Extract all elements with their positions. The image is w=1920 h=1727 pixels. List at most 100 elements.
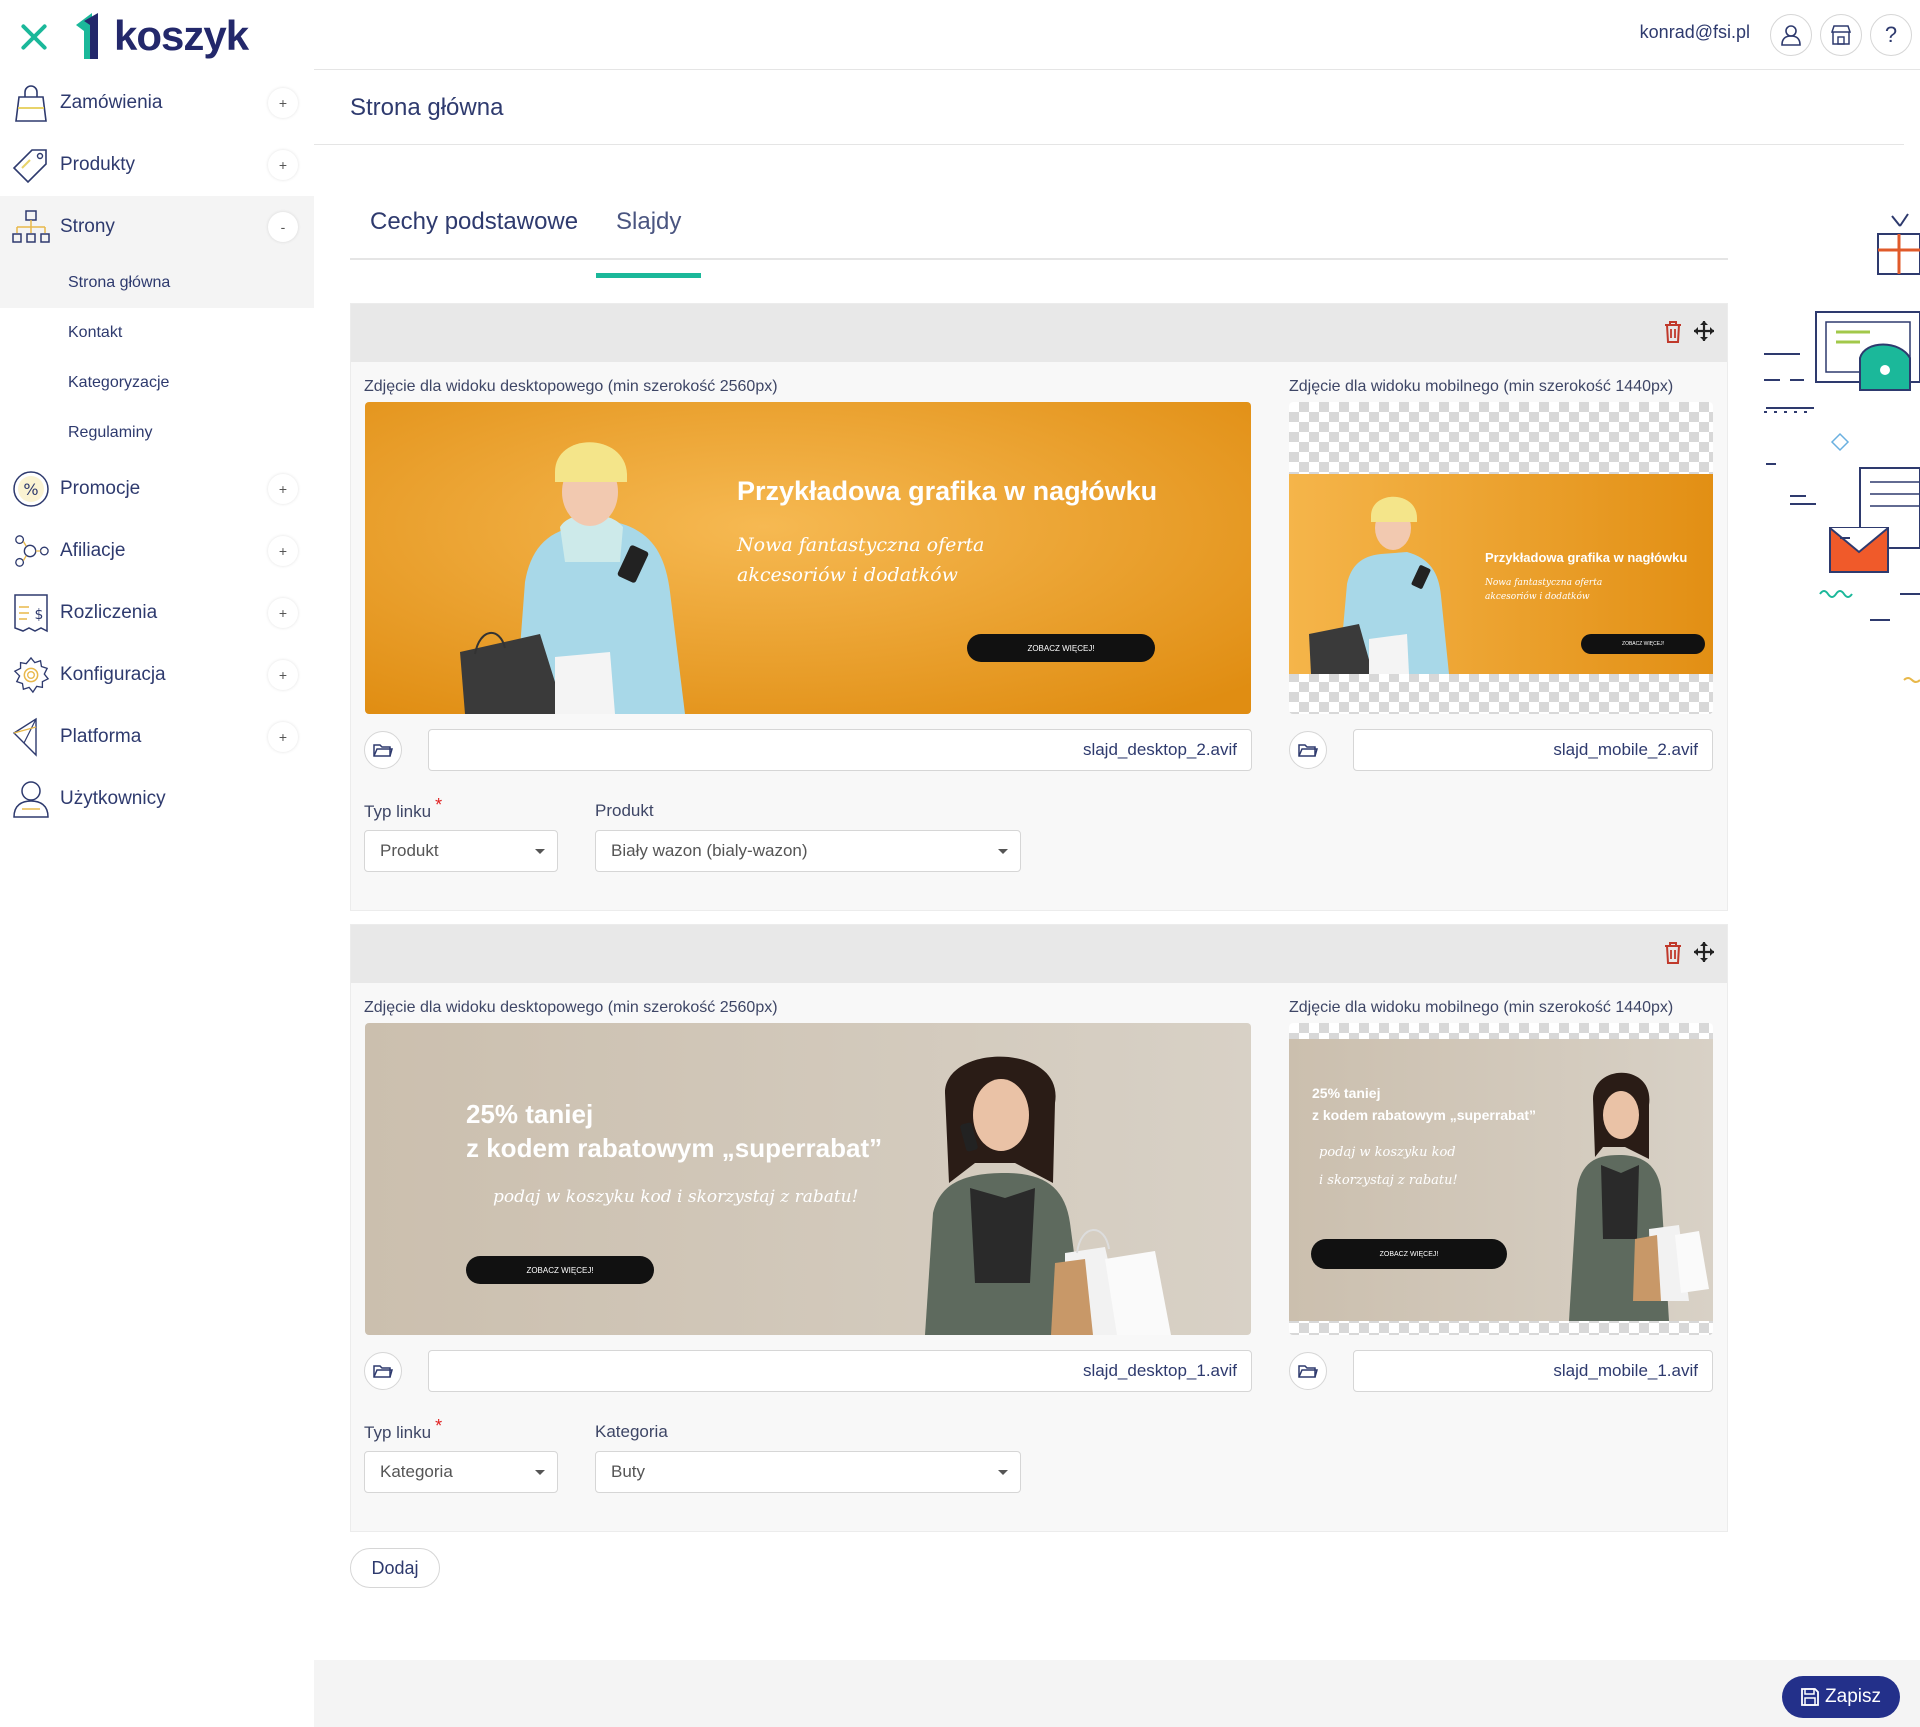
mobile-image-preview: Przykładowa grafika w nagłówku Nowa fant…: [1289, 402, 1713, 714]
logo[interactable]: koszyk: [72, 11, 249, 61]
move-icon[interactable]: [1693, 320, 1715, 342]
link-type-label: Typ linku *: [364, 1416, 443, 1442]
shopping-bag-icon: [12, 82, 50, 124]
tab-cechy-podstawowe[interactable]: Cechy podstawowe: [350, 208, 598, 258]
banner-image: [365, 1023, 1251, 1335]
store-button[interactable]: [1820, 14, 1862, 56]
banner-heading-line1: 25% taniej: [466, 1099, 594, 1129]
expand-toggle[interactable]: +: [268, 660, 298, 690]
link-type-label: Typ linku *: [364, 795, 443, 821]
target-select[interactable]: Biały wazon (bialy-wazon): [595, 830, 1021, 872]
desktop-file-field[interactable]: slajd_desktop_1.avif: [428, 1350, 1252, 1392]
banner-heading-line2: z kodem rabatowym „superrabat”: [466, 1133, 883, 1163]
topbar: konrad@fsi.pl ?: [314, 0, 1920, 70]
submenu-item-kategoryzacje[interactable]: Kategoryzacje: [0, 358, 314, 408]
sidebar-item-label: Afiliacje: [60, 540, 126, 561]
banner-cta: ZOBACZ WIĘCEJ!: [967, 634, 1155, 662]
sidebar: koszyk Zamówienia + Produkty + Strony - …: [0, 0, 314, 1727]
sidebar-item-label: Strony: [60, 216, 115, 237]
target-label: Kategoria: [595, 1422, 668, 1441]
price-tag-icon: [12, 144, 50, 186]
banner-image: [1309, 496, 1449, 674]
page-title: Strona główna: [350, 94, 504, 121]
mobile-file-field[interactable]: slajd_mobile_1.avif: [1353, 1350, 1713, 1392]
trash-icon[interactable]: [1663, 941, 1683, 965]
add-slide-button[interactable]: Dodaj: [350, 1548, 440, 1588]
submenu-item-kontakt[interactable]: Kontakt: [0, 308, 314, 358]
banner-script-line2: akcesoriów i dodatków: [1485, 592, 1590, 602]
banner-heading: Przykładowa grafika w nagłówku: [1485, 550, 1688, 565]
sidebar-item-uzytkownicy[interactable]: Użytkownicy: [0, 768, 314, 830]
browse-mobile-button[interactable]: [1289, 731, 1327, 769]
select-value: Produkt: [380, 841, 439, 860]
folder-icon: [373, 744, 393, 757]
decorative-illustration: [1764, 213, 1920, 683]
user-icon: [12, 778, 50, 820]
footer-bar: Zapisz: [314, 1660, 1920, 1727]
expand-toggle[interactable]: +: [268, 474, 298, 504]
sidebar-item-zamowienia[interactable]: Zamówienia +: [0, 72, 314, 134]
caret-down-icon: [998, 1470, 1008, 1475]
expand-toggle[interactable]: +: [268, 722, 298, 752]
banner-script: podaj w koszyku kod i skorzystaj z rabat…: [493, 1187, 859, 1207]
account-button[interactable]: [1770, 14, 1812, 56]
sidebar-item-strony[interactable]: Strony -: [0, 196, 314, 258]
save-button[interactable]: Zapisz: [1782, 1676, 1900, 1718]
target-label: Produkt: [595, 801, 654, 820]
submenu-item-strona-glowna[interactable]: Strona główna: [0, 258, 314, 308]
desktop-file-field[interactable]: slajd_desktop_2.avif: [428, 729, 1252, 771]
link-type-select[interactable]: Kategoria: [364, 1451, 558, 1493]
select-value: Kategoria: [380, 1462, 453, 1481]
tab-slajdy[interactable]: Slajdy: [596, 208, 702, 278]
mobile-banner: 25% taniej z kodem rabatowym „superrabat…: [1289, 1039, 1713, 1321]
mobile-banner: Przykładowa grafika w nagłówku Nowa fant…: [1289, 474, 1713, 674]
expand-toggle[interactable]: +: [268, 536, 298, 566]
banner-cta: ZOBACZ WIĘCEJ!: [1581, 634, 1705, 654]
banner-heading-line2: z kodem rabatowym „superrabat”: [1312, 1107, 1537, 1123]
sidebar-item-label: Konfiguracja: [60, 664, 166, 685]
sidebar-item-label: Produkty: [60, 154, 135, 175]
sidebar-item-konfiguracja[interactable]: Konfiguracja +: [0, 644, 314, 706]
percent-icon: %: [12, 468, 50, 510]
expand-toggle[interactable]: +: [268, 598, 298, 628]
sidebar-item-produkty[interactable]: Produkty +: [0, 134, 314, 196]
desktop-image-preview: Przykładowa grafika w nagłówku Nowa fant…: [365, 402, 1251, 714]
desktop-image-label: Zdjęcie dla widoku desktopowego (min sze…: [364, 378, 778, 395]
caret-down-icon: [535, 1470, 545, 1475]
mobile-file-field[interactable]: slajd_mobile_2.avif: [1353, 729, 1713, 771]
floppy-disk-icon: [1801, 1688, 1819, 1706]
caret-down-icon: [998, 849, 1008, 854]
sidebar-item-afiliacje[interactable]: Afiliacje +: [0, 520, 314, 582]
invoice-icon: $: [12, 592, 50, 634]
move-icon[interactable]: [1693, 941, 1715, 963]
user-email[interactable]: konrad@fsi.pl: [1640, 22, 1750, 43]
trash-icon[interactable]: [1663, 320, 1683, 344]
target-select[interactable]: Buty: [595, 1451, 1021, 1493]
desktop-image-preview: 25% taniej z kodem rabatowym „superrabat…: [365, 1023, 1251, 1335]
link-type-select[interactable]: Produkt: [364, 830, 558, 872]
submenu-item-regulaminy[interactable]: Regulaminy: [0, 408, 314, 458]
expand-toggle[interactable]: +: [268, 88, 298, 118]
sidebar-item-platforma[interactable]: Platforma +: [0, 706, 314, 768]
folder-icon: [1298, 744, 1318, 757]
sidebar-item-rozliczenia[interactable]: $ Rozliczenia +: [0, 582, 314, 644]
banner-script-line2: i skorzystaj z rabatu!: [1319, 1173, 1458, 1188]
help-button[interactable]: ?: [1870, 14, 1912, 56]
mobile-image-label: Zdjęcie dla widoku mobilnego (min szerok…: [1289, 378, 1674, 395]
mobile-image-preview: 25% taniej z kodem rabatowym „superrabat…: [1289, 1023, 1713, 1335]
close-icon[interactable]: [14, 16, 54, 56]
user-icon: [1781, 25, 1801, 46]
page-title-bar: Strona główna: [314, 70, 1904, 145]
browse-mobile-button[interactable]: [1289, 1352, 1327, 1390]
browse-desktop-button[interactable]: [364, 1352, 402, 1390]
collapse-toggle[interactable]: -: [268, 212, 298, 242]
slide-header[interactable]: [351, 925, 1727, 983]
logo-mark-icon: [76, 13, 98, 59]
browse-desktop-button[interactable]: [364, 731, 402, 769]
banner-image: [365, 402, 1251, 714]
slide-item: Zdjęcie dla widoku desktopowego (min sze…: [350, 303, 1728, 911]
sidebar-item-promocje[interactable]: % Promocje +: [0, 458, 314, 520]
banner-cta: ZOBACZ WIĘCEJ!: [466, 1256, 654, 1284]
slide-header[interactable]: [351, 304, 1727, 362]
expand-toggle[interactable]: +: [268, 150, 298, 180]
